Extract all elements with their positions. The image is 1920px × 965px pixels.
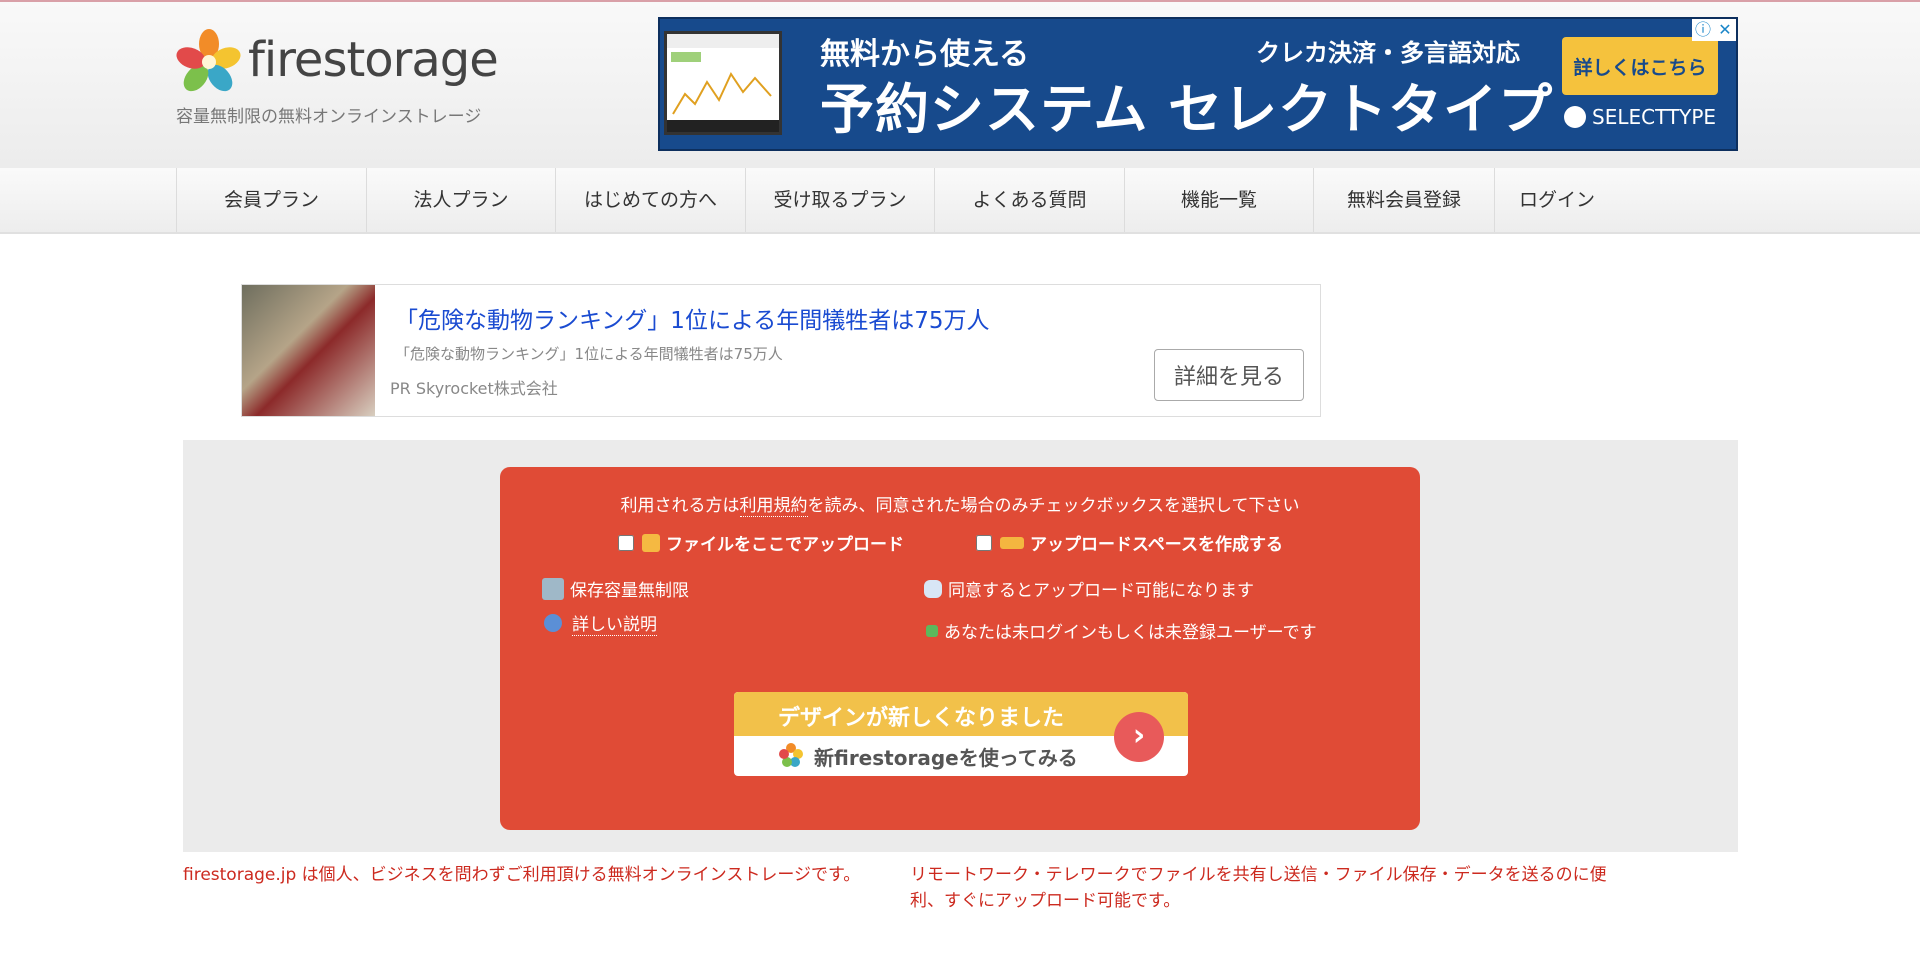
site-header: firestorage 容量無制限の無料オンラインストレージ 無料から使える ク… xyxy=(0,2,1920,168)
footer-description-left: firestorage.jp は個人、ビジネスを問わずご利用頂ける無料オンライン… xyxy=(183,865,861,885)
logo-wordmark: firestorage xyxy=(248,32,499,88)
upload-here-option[interactable]: ファイルをここでアップロード xyxy=(618,530,904,555)
agree-note-text: 同意するとアップロード可能になります xyxy=(948,581,1254,601)
upload-here-label: ファイルをここでアップロード xyxy=(666,535,904,555)
ad-controls: ⓘ ✕ xyxy=(1692,19,1736,41)
promo-headline: デザインが新しくなりました xyxy=(778,706,1065,731)
nav-faq[interactable]: よくある質問 xyxy=(934,168,1124,232)
login-status-text: あなたは未ログインもしくは未登録ユーザーです xyxy=(944,623,1317,643)
upload-here-checkbox[interactable] xyxy=(618,534,634,551)
pr-title[interactable]: 「危険な動物ランキング」1位による年間犠牲者は75万人 xyxy=(395,301,990,335)
terms-link[interactable]: 利用規約 xyxy=(739,496,808,517)
unlimited-storage-label: 保存容量無制限 xyxy=(570,581,689,601)
storage-icon xyxy=(542,577,564,600)
info-icon xyxy=(544,614,562,632)
nav-free-register[interactable]: 無料会員登録 xyxy=(1313,168,1494,232)
pr-sponsor: PR Skyrocket株式会社 xyxy=(390,379,558,398)
details-link-row[interactable]: 詳しい説明 xyxy=(544,610,657,636)
terms-prefix: 利用される方は xyxy=(620,496,740,516)
agree-note: 同意するとアップロード可能になります xyxy=(924,576,1254,601)
ad-cta-button[interactable]: 詳しくはこちら xyxy=(1562,37,1718,95)
nav-receive-plan[interactable]: 受け取るプラン xyxy=(745,168,934,232)
upload-box: 利用される方は利用規約を読み、同意された場合のみチェックボックスを選択して下さい… xyxy=(500,467,1420,830)
ad-product-name: 予約システム セレクトタイプ xyxy=(820,78,1554,141)
new-badge-icon xyxy=(1000,536,1024,549)
pr-thumbnail xyxy=(242,285,375,416)
site-logo[interactable]: firestorage xyxy=(176,28,506,98)
pr-details-button[interactable]: 詳細を見る xyxy=(1154,349,1304,401)
nav-login[interactable]: ログイン xyxy=(1494,168,1619,232)
nav-member-plan[interactable]: 会員プラン xyxy=(176,168,366,232)
unlimited-storage-info: 保存容量無制限 xyxy=(542,576,689,601)
create-space-checkbox[interactable] xyxy=(976,534,992,551)
pr-ad-card[interactable]: 「危険な動物ランキング」1位による年間犠牲者は75万人 「危険な動物ランキング」… xyxy=(241,284,1321,417)
terms-suffix: を読み、同意された場合のみチェックボックスを選択して下さい xyxy=(807,496,1300,516)
site-tagline: 容量無制限の無料オンラインストレージ xyxy=(176,107,482,127)
selecttype-logo-icon xyxy=(1564,106,1586,128)
ad-features: クレカ決済・多言語対応 xyxy=(1256,39,1520,67)
details-link[interactable]: 詳しい説明 xyxy=(572,610,657,636)
promo-subline: 新firestorageを使ってみる xyxy=(814,746,1078,770)
ad-close-icon[interactable]: ✕ xyxy=(1714,19,1736,41)
main-nav: 会員プラン 法人プラン はじめての方へ 受け取るプラン よくある質問 機能一覧 … xyxy=(0,168,1920,234)
create-space-label: アップロードスペースを作成する xyxy=(1030,535,1283,555)
flower-logo-icon xyxy=(779,743,803,767)
create-space-option[interactable]: アップロードスペースを作成する xyxy=(976,530,1283,555)
footer-description-right: リモートワーク・テレワークでファイルを共有し送信・ファイル保存・データを送るのに… xyxy=(910,862,1607,914)
star-icon xyxy=(642,533,660,552)
arrow-right-icon xyxy=(926,624,938,637)
chevron-right-icon: › xyxy=(1114,712,1164,762)
ad-banner[interactable]: 無料から使える クレカ決済・多言語対応 予約システム セレクトタイプ 詳しくはこ… xyxy=(658,17,1738,151)
speech-bubble-icon xyxy=(924,579,942,598)
terms-notice: 利用される方は利用規約を読み、同意された場合のみチェックボックスを選択して下さい xyxy=(500,491,1420,517)
login-status-note: あなたは未ログインもしくは未登録ユーザーです xyxy=(926,618,1317,643)
new-design-promo-button[interactable]: デザインが新しくなりました 新firestorageを使ってみる › xyxy=(734,692,1188,776)
ad-screenshot-image xyxy=(664,31,782,135)
footer-right-line2: 利、すぐにアップロード可能です。 xyxy=(910,891,1181,911)
nav-features[interactable]: 機能一覧 xyxy=(1124,168,1313,232)
nav-beginners[interactable]: はじめての方へ xyxy=(555,168,745,232)
ad-brand-name: SELECTTYPE xyxy=(1592,105,1717,129)
footer-right-line1: リモートワーク・テレワークでファイルを共有し送信・ファイル保存・データを送るのに… xyxy=(910,865,1607,885)
pr-subtitle: 「危険な動物ランキング」1位による年間犠牲者は75万人 xyxy=(395,345,783,363)
ad-info-icon[interactable]: ⓘ xyxy=(1692,19,1714,41)
nav-corporate-plan[interactable]: 法人プラン xyxy=(366,168,555,232)
ad-brand: SELECTTYPE xyxy=(1564,105,1716,129)
flower-logo-icon xyxy=(176,29,241,92)
